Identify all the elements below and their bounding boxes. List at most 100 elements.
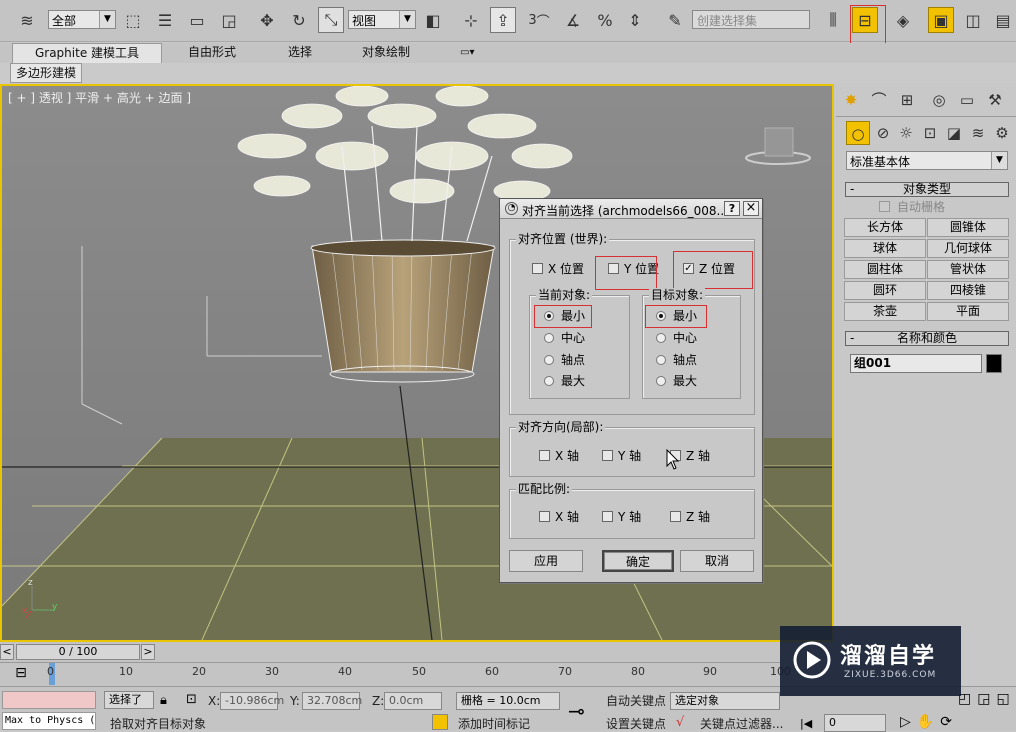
geosphere-button[interactable]: 几何球体 bbox=[927, 239, 1009, 258]
object-type-header[interactable]: - 对象类型 bbox=[845, 182, 1009, 197]
scale-x-checkbox[interactable] bbox=[539, 511, 550, 522]
maxscript-listener-pink[interactable] bbox=[2, 691, 96, 709]
current-pivot-radio[interactable] bbox=[544, 355, 554, 365]
lock-icon[interactable]: 🔒︎ bbox=[160, 693, 167, 708]
time-slider-thumb[interactable]: 0 / 100 bbox=[16, 644, 140, 660]
y-coord-field[interactable]: 32.708cm bbox=[302, 692, 362, 710]
time-slider[interactable]: < 0 / 100 > bbox=[0, 642, 780, 662]
current-center-radio[interactable] bbox=[544, 333, 554, 343]
ref-coord-dropdown[interactable]: 视图 ▼ bbox=[348, 10, 416, 29]
lights-icon[interactable]: ☼ bbox=[894, 121, 918, 145]
cylinder-button[interactable]: 圆柱体 bbox=[844, 260, 926, 279]
target-center-radio[interactable] bbox=[656, 333, 666, 343]
rotate-icon[interactable]: ↻ bbox=[286, 7, 312, 33]
object-name-field[interactable]: 组001 bbox=[850, 354, 982, 373]
modify-tab-icon[interactable]: ⌒ bbox=[867, 88, 891, 112]
spinner-snap-icon[interactable]: ⇕ bbox=[622, 7, 648, 33]
snap-toggle-icon[interactable]: 3 ⌒ bbox=[526, 7, 552, 33]
select-by-name-icon[interactable]: ☰ bbox=[152, 7, 178, 33]
systems-icon[interactable]: ⚙ bbox=[990, 121, 1014, 145]
undo-icon[interactable]: ≋ bbox=[14, 7, 40, 33]
maxscript-listener-white[interactable]: Max to Physcs ( bbox=[2, 712, 96, 730]
percent-snap-icon[interactable]: % bbox=[592, 7, 618, 33]
edit-named-selection-icon[interactable]: ✎ bbox=[662, 7, 688, 33]
help-button[interactable]: ? bbox=[724, 201, 740, 216]
current-max-radio[interactable] bbox=[544, 376, 554, 386]
named-selection-input[interactable]: 创建选择集 bbox=[692, 10, 810, 29]
target-max-radio[interactable] bbox=[656, 376, 666, 386]
time-tag-icon[interactable] bbox=[432, 714, 448, 730]
dialog-titlebar[interactable]: ◔ 对齐当前选择 (archmodels66_008... ? × bbox=[500, 199, 762, 219]
key-mode-dropdown[interactable]: 选定对象 bbox=[670, 692, 780, 710]
sphere-button[interactable]: 球体 bbox=[844, 239, 926, 258]
hierarchy-tab-icon[interactable]: ⊞ bbox=[895, 88, 919, 112]
ribbon-options-icon[interactable]: ▭▾ bbox=[460, 43, 484, 63]
auto-key-button[interactable]: 自动关键点 bbox=[606, 693, 666, 709]
tab-object-paint[interactable]: 对象绘制 bbox=[362, 43, 410, 63]
select-manipulate-icon[interactable]: ⊹ bbox=[458, 7, 484, 33]
track-bar[interactable]: ⊟ 0 10 20 30 40 50 60 70 80 90 100 bbox=[0, 662, 791, 686]
orient-y-checkbox[interactable] bbox=[602, 450, 613, 461]
create-tab-icon[interactable]: ✸ bbox=[839, 88, 863, 112]
close-button[interactable]: × bbox=[743, 201, 759, 216]
pivot-center-icon[interactable]: ◧ bbox=[420, 7, 446, 33]
graphite-toggle-icon[interactable]: ▣ bbox=[928, 7, 954, 33]
torus-button[interactable]: 圆环 bbox=[844, 281, 926, 300]
geometry-icon[interactable]: ○ bbox=[846, 121, 870, 145]
key-filter-icon[interactable]: √ bbox=[676, 715, 684, 730]
window-crossing-icon[interactable]: ◲ bbox=[216, 7, 242, 33]
display-tab-icon[interactable]: ▭ bbox=[955, 88, 979, 112]
autogrid-checkbox[interactable] bbox=[879, 201, 890, 212]
helpers-icon[interactable]: ◪ bbox=[942, 121, 966, 145]
select-object-icon[interactable]: ⬚ bbox=[120, 7, 146, 33]
object-color-swatch[interactable] bbox=[986, 354, 1002, 373]
box-button[interactable]: 长方体 bbox=[844, 218, 926, 237]
polygon-modeling-tab[interactable]: 多边形建模 bbox=[10, 63, 83, 83]
mirror-icon[interactable]: ⫼ bbox=[820, 7, 846, 33]
layer-manager-icon[interactable]: ◈ bbox=[890, 7, 916, 33]
tube-button[interactable]: 管状体 bbox=[927, 260, 1009, 279]
mini-curve-editor-icon[interactable]: ⊟ bbox=[10, 665, 32, 683]
time-next-button[interactable]: > bbox=[141, 644, 155, 660]
schematic-view-icon[interactable]: ▤ bbox=[990, 7, 1016, 33]
move-icon[interactable]: ✥ bbox=[254, 7, 280, 33]
tab-freeform[interactable]: 自由形式 bbox=[188, 43, 236, 63]
cameras-icon[interactable]: ⊡ bbox=[918, 121, 942, 145]
time-prev-button[interactable]: < bbox=[0, 644, 14, 660]
key-icon[interactable]: ⊸ bbox=[568, 699, 585, 723]
tab-graphite[interactable]: Graphite 建模工具 bbox=[12, 43, 162, 63]
scale-icon[interactable]: ⤡ bbox=[318, 7, 344, 33]
teapot-button[interactable]: 茶壶 bbox=[844, 302, 926, 321]
pyramid-button[interactable]: 四棱锥 bbox=[927, 281, 1009, 300]
utilities-tab-icon[interactable]: ⚒ bbox=[983, 88, 1007, 112]
scale-y-checkbox[interactable] bbox=[602, 511, 613, 522]
orient-x-checkbox[interactable] bbox=[539, 450, 550, 461]
tab-selection[interactable]: 选择 bbox=[288, 43, 312, 63]
viewport-nav-icons[interactable]: ▷✋⟳ bbox=[900, 714, 958, 730]
z-coord-field[interactable]: 0.0cm bbox=[384, 692, 442, 710]
shapes-icon[interactable]: ⊘ bbox=[871, 121, 895, 145]
curve-editor-icon[interactable]: ◫ bbox=[960, 7, 986, 33]
rect-selection-icon[interactable]: ▭ bbox=[184, 7, 210, 33]
spacewarps-icon[interactable]: ≋ bbox=[966, 121, 990, 145]
selection-filter-dropdown[interactable]: 全部 ▼ bbox=[48, 10, 116, 29]
scale-z-checkbox[interactable] bbox=[670, 511, 681, 522]
zoom-icons[interactable]: ◰◲◱ bbox=[958, 691, 1016, 707]
ok-button[interactable]: 确定 bbox=[602, 550, 674, 572]
plane-button[interactable]: 平面 bbox=[927, 302, 1009, 321]
keyboard-shortcut-icon[interactable]: ⇪ bbox=[490, 7, 516, 33]
name-color-header[interactable]: - 名称和颜色 bbox=[845, 331, 1009, 346]
viewport-label[interactable]: [ + ] 透视 ] 平滑 + 高光 + 边面 ] bbox=[8, 89, 191, 106]
cone-button[interactable]: 圆锥体 bbox=[927, 218, 1009, 237]
x-position-checkbox[interactable] bbox=[532, 263, 543, 274]
motion-tab-icon[interactable]: ◎ bbox=[927, 88, 951, 112]
absolute-mode-icon[interactable]: ⊡ bbox=[186, 692, 197, 707]
cancel-button[interactable]: 取消 bbox=[680, 550, 754, 572]
x-coord-field[interactable]: -10.986cm bbox=[220, 692, 284, 710]
apply-button[interactable]: 应用 bbox=[509, 550, 583, 572]
goto-start-icon[interactable]: |◀ bbox=[800, 717, 812, 730]
category-dropdown[interactable]: 标准基本体 ▼ bbox=[846, 151, 1008, 170]
angle-snap-icon[interactable]: ∡ bbox=[560, 7, 586, 33]
target-pivot-radio[interactable] bbox=[656, 355, 666, 365]
current-frame-field[interactable]: 0 bbox=[824, 714, 886, 732]
